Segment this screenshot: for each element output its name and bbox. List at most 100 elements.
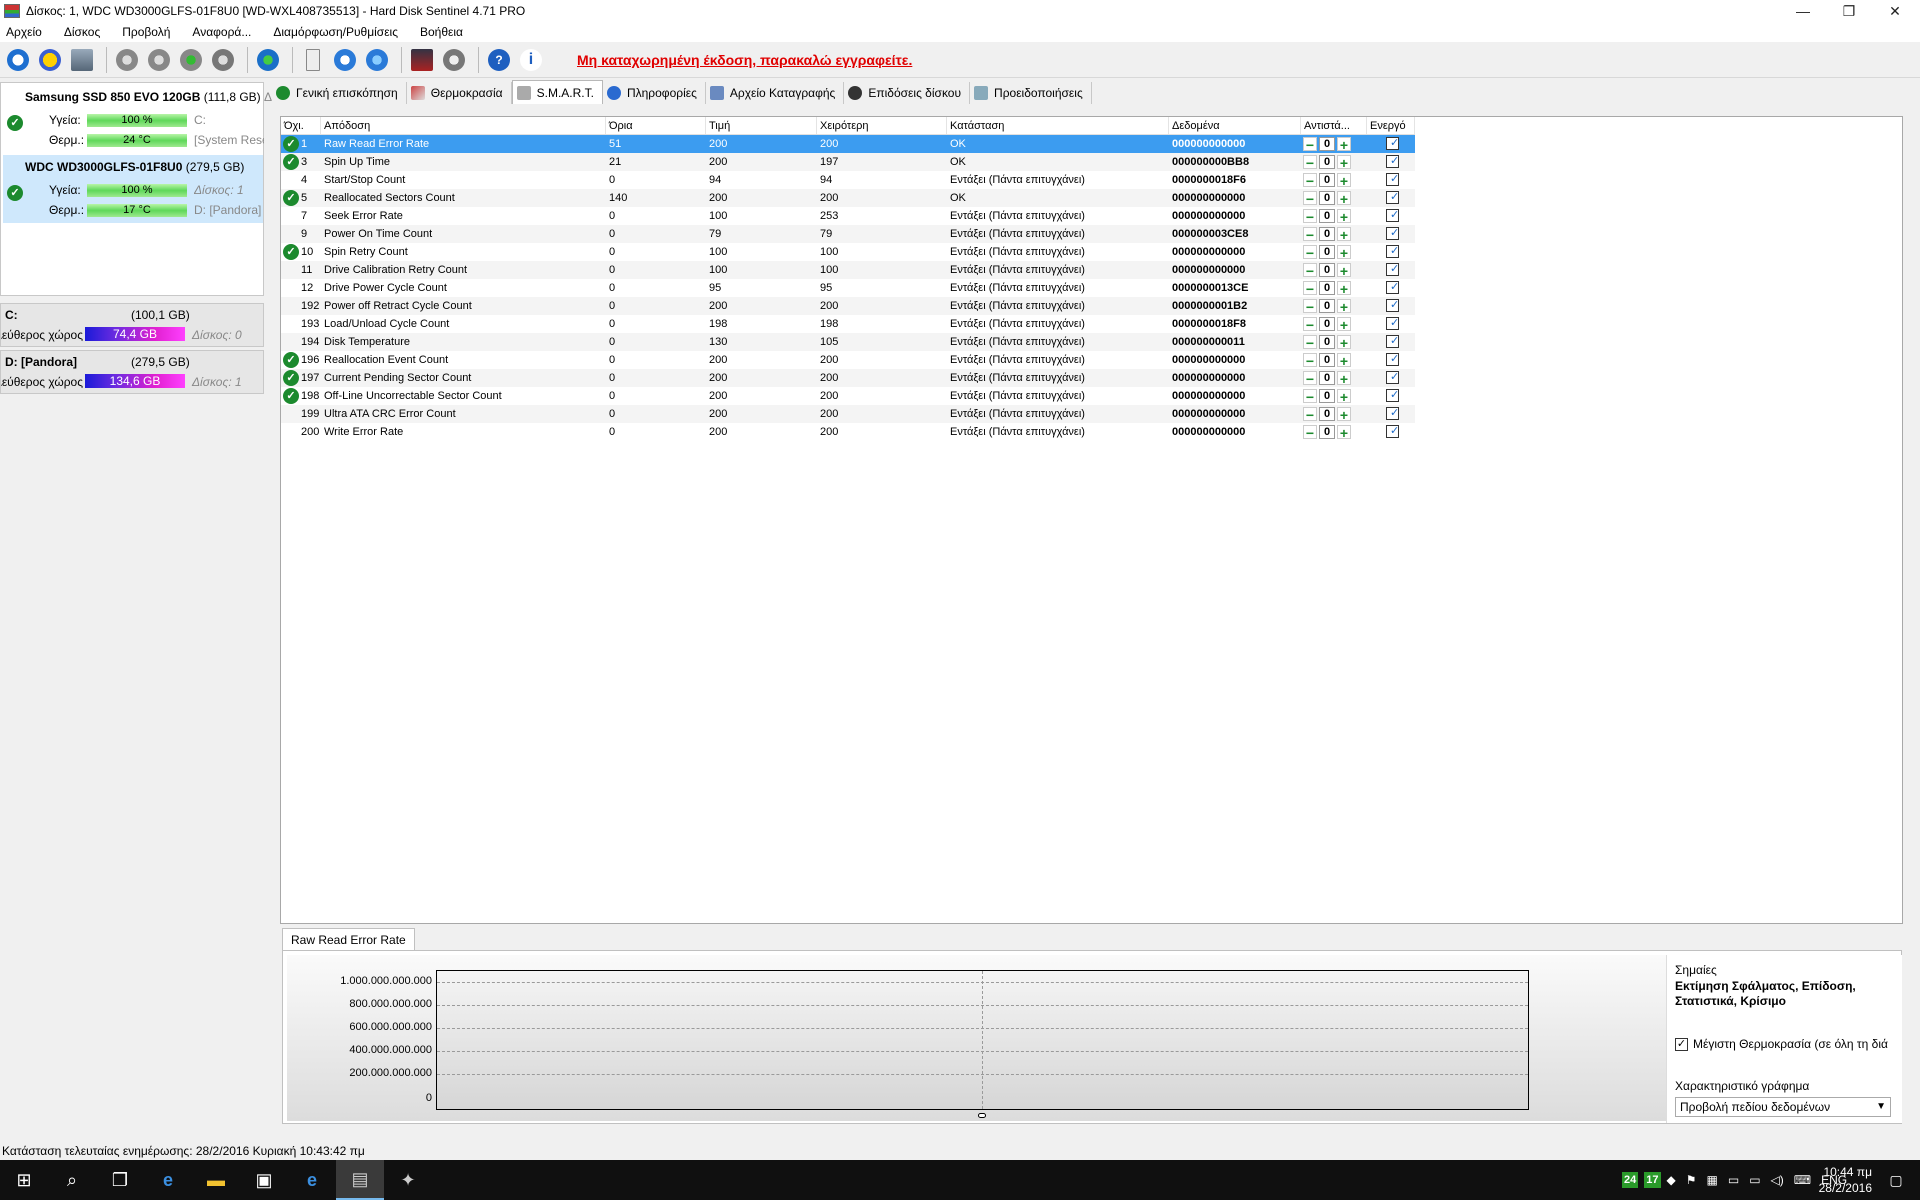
clock[interactable]: 10:44 πμ 28/2/2016 <box>1819 1164 1872 1196</box>
refresh-icon[interactable] <box>4 46 32 74</box>
table-row[interactable]: 7 Seek Error Rate 0 100 253 Εντάξει (Πάντα επ… <box>281 207 1415 225</box>
tab-alerts[interactable]: Προειδοποιήσεις <box>970 82 1092 104</box>
counter-value[interactable]: 0 <box>1319 209 1335 223</box>
tray-volume-icon[interactable]: ◁) <box>1771 1173 1784 1187</box>
table-row[interactable]: 9 Power On Time Count 0 79 79 Εντάξει (Πάντα … <box>281 225 1415 243</box>
max-temp-checkbox[interactable]: ✓ Μέγιστη Θερμοκρασία (σε όλη τη διά <box>1675 1037 1888 1051</box>
tab-information[interactable]: Πληροφορίες <box>602 82 706 104</box>
counter-value[interactable]: 0 <box>1319 173 1335 187</box>
plus-icon[interactable]: + <box>1337 155 1351 170</box>
chart-type-select[interactable]: Προβολή πεδίου δεδομένων ▼ <box>1675 1097 1891 1117</box>
counter-value[interactable]: 0 <box>1319 227 1335 241</box>
minus-icon[interactable]: − <box>1303 137 1317 152</box>
counter-value[interactable]: 0 <box>1319 317 1335 331</box>
minus-icon[interactable]: − <box>1303 281 1317 296</box>
minus-icon[interactable]: − <box>1303 227 1317 242</box>
plus-icon[interactable]: + <box>1337 245 1351 260</box>
col-worst[interactable]: Χειρότερη <box>817 117 947 134</box>
active-checkbox[interactable]: ✓ <box>1386 335 1399 348</box>
help-icon[interactable]: ? <box>485 46 513 74</box>
col-status[interactable]: Κατάσταση <box>947 117 1169 134</box>
alert-icon[interactable] <box>36 46 64 74</box>
plus-icon[interactable]: + <box>1337 137 1351 152</box>
plus-icon[interactable]: + <box>1337 263 1351 278</box>
disk-card-samsung[interactable]: Samsung SSD 850 EVO 120GB (111,8 GB) Δι … <box>3 85 275 153</box>
minus-icon[interactable]: − <box>1303 335 1317 350</box>
table-row[interactable]: ✓ 197 Current Pending Sector Count 0 200 200 Ε… <box>281 369 1415 387</box>
col-value[interactable]: Τιμή <box>706 117 817 134</box>
active-checkbox[interactable]: ✓ <box>1386 263 1399 276</box>
active-checkbox[interactable]: ✓ <box>1386 353 1399 366</box>
counter-value[interactable]: 0 <box>1319 263 1335 277</box>
col-attribute[interactable]: Απόδοση <box>321 117 606 134</box>
about-icon[interactable]: i <box>517 46 545 74</box>
active-checkbox[interactable]: ✓ <box>1386 155 1399 168</box>
table-row[interactable]: ✓ 3 Spin Up Time 21 200 197 OK 000000000BB8−0 + ✓ <box>281 153 1415 171</box>
menu-file[interactable]: Αρχείο <box>6 25 42 39</box>
tab-smart[interactable]: S.M.A.R.T. <box>511 80 603 104</box>
plus-icon[interactable]: + <box>1337 317 1351 332</box>
minus-icon[interactable]: − <box>1303 371 1317 386</box>
tray-hdd-icon[interactable]: ▭ <box>1728 1173 1739 1187</box>
tray-network-icon[interactable]: ▭ <box>1749 1173 1760 1187</box>
col-active[interactable]: Ενεργό <box>1367 117 1415 134</box>
restore-button[interactable]: ❐ <box>1826 0 1872 22</box>
active-checkbox[interactable]: ✓ <box>1386 173 1399 186</box>
disk-test-1-icon[interactable] <box>113 46 141 74</box>
tray-badge-icon[interactable]: ▦ <box>1707 1173 1718 1187</box>
active-checkbox[interactable]: ✓ <box>1386 245 1399 258</box>
plus-icon[interactable]: + <box>1337 299 1351 314</box>
minus-icon[interactable]: − <box>1303 191 1317 206</box>
active-checkbox[interactable]: ✓ <box>1386 299 1399 312</box>
col-id[interactable]: Όχι. <box>281 117 321 134</box>
report-icon[interactable] <box>299 46 327 74</box>
counter-value[interactable]: 0 <box>1319 335 1335 349</box>
counter-value[interactable]: 0 <box>1319 155 1335 169</box>
plus-icon[interactable]: + <box>1337 227 1351 242</box>
tray-flag-icon[interactable]: ⚑ <box>1686 1173 1697 1187</box>
col-data[interactable]: Δεδομένα <box>1169 117 1301 134</box>
report-send-icon[interactable] <box>331 46 359 74</box>
hard-disk-sentinel-icon[interactable]: ▤ <box>336 1160 384 1200</box>
counter-value[interactable]: 0 <box>1319 191 1335 205</box>
active-checkbox[interactable]: ✓ <box>1386 209 1399 222</box>
disk-info-icon[interactable] <box>68 46 96 74</box>
col-counter[interactable]: Αντιστά... <box>1301 117 1367 134</box>
counter-value[interactable]: 0 <box>1319 137 1335 151</box>
table-row[interactable]: ✓ 196 Reallocation Event Count 0 200 200 Εντάξ… <box>281 351 1415 369</box>
active-checkbox[interactable]: ✓ <box>1386 227 1399 240</box>
counter-value[interactable]: 0 <box>1319 299 1335 313</box>
minus-icon[interactable]: − <box>1303 263 1317 278</box>
col-threshold[interactable]: Όρια <box>606 117 706 134</box>
search-icon[interactable]: ⌕ <box>48 1160 96 1200</box>
store-icon[interactable]: ▣ <box>240 1160 288 1200</box>
plus-icon[interactable]: + <box>1337 281 1351 296</box>
notifications-icon[interactable]: ▢ <box>1872 1160 1920 1200</box>
minus-icon[interactable]: − <box>1303 353 1317 368</box>
table-row[interactable]: 199 Ultra ATA CRC Error Count 0 200 200 Εντάξ… <box>281 405 1415 423</box>
plus-icon[interactable]: + <box>1337 209 1351 224</box>
tray-app-icon[interactable]: ◆ <box>1667 1173 1676 1187</box>
menu-report[interactable]: Αναφορά... <box>192 25 251 39</box>
minus-icon[interactable]: − <box>1303 425 1317 440</box>
active-checkbox[interactable]: ✓ <box>1386 371 1399 384</box>
plus-icon[interactable]: + <box>1337 389 1351 404</box>
minus-icon[interactable]: − <box>1303 155 1317 170</box>
tab-temperature[interactable]: Θερμοκρασία <box>406 82 512 104</box>
internet-explorer-icon[interactable]: e <box>288 1160 336 1200</box>
table-row[interactable]: 11 Drive Calibration Retry Count 0 100 100 Εν… <box>281 261 1415 279</box>
tab-log[interactable]: Αρχείο Καταγραφής <box>705 82 845 104</box>
file-explorer-icon[interactable]: ▬ <box>192 1160 240 1200</box>
tray-temp-2[interactable]: 17 <box>1644 1172 1661 1188</box>
table-row[interactable]: ✓ 198 Off-Line Uncorrectable Sector Count 0… <box>281 387 1415 405</box>
plus-icon[interactable]: + <box>1337 407 1351 422</box>
tray-temp-1[interactable]: 24 <box>1622 1172 1639 1188</box>
disk-test-2-icon[interactable] <box>145 46 173 74</box>
speaker-icon[interactable] <box>440 46 468 74</box>
table-row[interactable]: ✓ 5 Reallocated Sectors Count 140 200 200 OK 00… <box>281 189 1415 207</box>
tray-keyboard-icon[interactable]: ⌨ <box>1794 1173 1811 1187</box>
globe-icon[interactable] <box>254 46 282 74</box>
table-row[interactable]: 194 Disk Temperature 0 130 105 Εντάξει (Πάντα… <box>281 333 1415 351</box>
minus-icon[interactable]: − <box>1303 389 1317 404</box>
menu-configuration[interactable]: Διαμόρφωση/Ρυθμίσεις <box>273 25 398 39</box>
